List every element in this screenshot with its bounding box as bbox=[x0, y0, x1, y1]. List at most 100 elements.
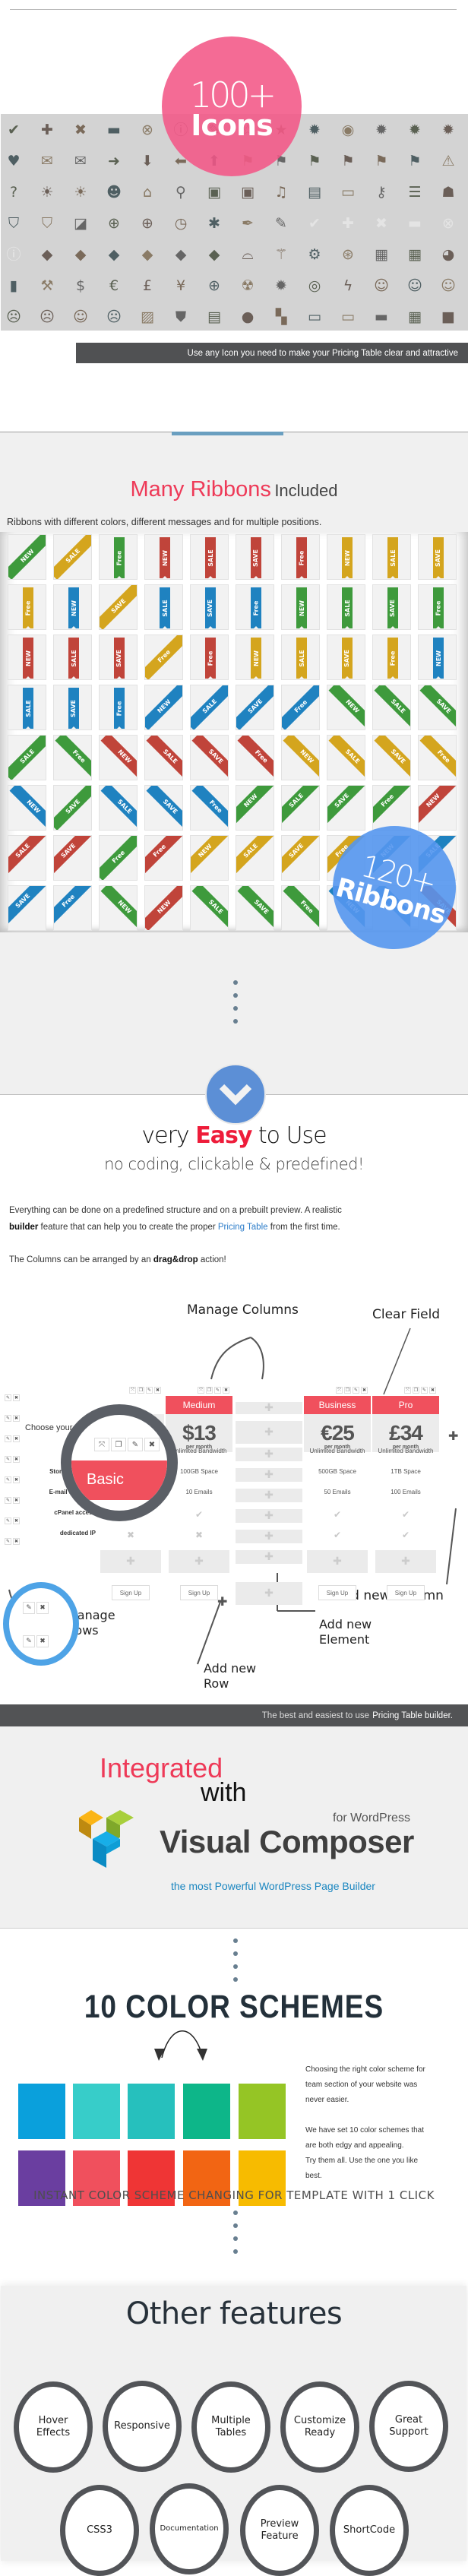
move-icon[interactable]: ⤧ bbox=[336, 1387, 343, 1394]
ribbon-label: Free bbox=[71, 748, 87, 764]
sign-up-button[interactable]: Sign Up bbox=[112, 1585, 150, 1600]
ribbon-gold: SALE bbox=[236, 836, 274, 875]
ribbon-red: NEW bbox=[419, 786, 456, 824]
add-element-box[interactable]: ✚ bbox=[236, 1402, 302, 1414]
ribbon-label: Free bbox=[151, 843, 168, 859]
sign-up-button[interactable]: Sign Up bbox=[387, 1585, 425, 1600]
add-element-box[interactable]: ✚ bbox=[236, 1448, 302, 1461]
scroll-down-button[interactable] bbox=[205, 1064, 266, 1125]
color-swatch[interactable] bbox=[128, 2084, 175, 2139]
edit-row-icon[interactable]: ✎ bbox=[5, 1435, 11, 1442]
add-element-box[interactable]: ✚ bbox=[236, 1582, 302, 1605]
ribbon-gold: Free bbox=[23, 587, 33, 629]
copy-icon[interactable]: ❐ bbox=[344, 1387, 351, 1394]
ribbon-sample: NEW bbox=[281, 735, 320, 780]
add-element-box[interactable]: ✚ bbox=[169, 1550, 229, 1573]
ribbon-label: SAVE bbox=[252, 549, 260, 567]
color-swatch[interactable] bbox=[239, 2084, 286, 2139]
ribbon-sample: Free bbox=[99, 835, 138, 881]
edit-row-icon[interactable]: ✎ bbox=[5, 1538, 11, 1545]
sign-up-button[interactable]: Sign Up bbox=[180, 1585, 218, 1600]
ribbon-label: NEW bbox=[161, 549, 169, 566]
sign-up-button[interactable]: Sign Up bbox=[318, 1585, 356, 1600]
ribbon-label: NEW bbox=[425, 792, 441, 809]
ribbon-sample: NEW bbox=[8, 534, 46, 580]
move-icon[interactable]: ⤧ bbox=[129, 1387, 136, 1394]
column-header[interactable]: Medium bbox=[166, 1396, 232, 1414]
integrated-with: with bbox=[201, 1778, 247, 1807]
ribbon-gold: SAVE bbox=[374, 736, 410, 780]
edit-row-icon[interactable]: ✎ bbox=[5, 1517, 11, 1524]
ribbon-red: SAVE bbox=[54, 836, 91, 875]
edit-row-icon[interactable]: ✎ bbox=[5, 1394, 11, 1401]
column-header[interactable]: Business bbox=[304, 1396, 371, 1414]
add-element-box[interactable]: ✚ bbox=[236, 1509, 302, 1523]
add-element-box[interactable]: ✚ bbox=[100, 1550, 161, 1573]
radiation-icon: ☢ bbox=[241, 277, 255, 294]
add-element-box[interactable]: ✚ bbox=[236, 1530, 302, 1543]
edit-icon[interactable]: ✎ bbox=[353, 1387, 359, 1394]
add-element-box[interactable]: ✚ bbox=[307, 1550, 368, 1573]
copy-icon[interactable]: ❐ bbox=[206, 1387, 213, 1394]
ribbon-sample: Free bbox=[372, 785, 411, 831]
delete-icon[interactable]: ✖ bbox=[223, 1387, 229, 1394]
edit-icon[interactable]: ✎ bbox=[146, 1387, 153, 1394]
edit-icon[interactable]: ✎ bbox=[214, 1387, 221, 1394]
delete-icon[interactable]: ✖ bbox=[429, 1387, 436, 1394]
edit-row-icon[interactable]: ✎ bbox=[5, 1456, 11, 1463]
add-element-box[interactable]: ✚ bbox=[375, 1550, 436, 1573]
color-swatch[interactable] bbox=[183, 2084, 230, 2139]
add-element-box[interactable]: ✚ bbox=[236, 1468, 302, 1482]
delete-row-icon[interactable]: ✖ bbox=[13, 1394, 20, 1401]
delete-row-icon[interactable]: ✖ bbox=[36, 1602, 49, 1614]
column-controls: ⤧ ❐ ✎ ✖ bbox=[404, 1387, 436, 1394]
edit-row-icon[interactable]: ✎ bbox=[5, 1415, 11, 1422]
pricing-table-link[interactable]: Pricing Table bbox=[218, 1223, 268, 1232]
delete-row-icon[interactable]: ✖ bbox=[13, 1497, 20, 1504]
column-header[interactable]: Pro bbox=[372, 1396, 439, 1414]
add-element-box[interactable]: ✚ bbox=[236, 1489, 302, 1502]
delete-row-icon[interactable]: ✖ bbox=[13, 1517, 20, 1524]
ribbon-label: SALE bbox=[24, 699, 32, 717]
other-features-heading: Other features bbox=[125, 2296, 343, 2331]
drag-drop-bold: drag&drop bbox=[153, 1255, 198, 1264]
color-swatch[interactable] bbox=[73, 2084, 120, 2139]
delete-icon[interactable]: ✖ bbox=[144, 1438, 160, 1451]
delete-icon[interactable]: ✖ bbox=[361, 1387, 368, 1394]
delete-row-icon[interactable]: ✖ bbox=[13, 1415, 20, 1422]
delete-row-icon[interactable]: ✖ bbox=[13, 1456, 20, 1463]
edit-icon[interactable]: ✎ bbox=[421, 1387, 428, 1394]
edit-row-icon[interactable]: ✎ bbox=[5, 1476, 11, 1483]
copy-icon[interactable]: ❐ bbox=[138, 1387, 144, 1394]
add-element-box[interactable]: ✚ bbox=[236, 1421, 302, 1444]
delete-row-icon[interactable]: ✖ bbox=[13, 1476, 20, 1483]
move-icon[interactable]: ⤧ bbox=[198, 1387, 204, 1394]
edit-row-icon[interactable]: ✎ bbox=[23, 1602, 35, 1614]
color-text-line: We have set 10 color schemes that bbox=[305, 2126, 425, 2135]
easy-heading-post: to Use bbox=[258, 1122, 327, 1149]
ribbon-sample: SALE bbox=[53, 635, 92, 680]
ribbon-label: NEW bbox=[24, 650, 32, 666]
ribbon-label: NEW bbox=[343, 549, 351, 566]
ribbon-label: Free bbox=[389, 650, 397, 666]
edit-row-icon[interactable]: ✎ bbox=[5, 1497, 11, 1504]
delete-icon[interactable]: ✖ bbox=[154, 1387, 161, 1394]
ribbon-label: SALE bbox=[389, 549, 397, 567]
delete-row-icon[interactable]: ✖ bbox=[13, 1538, 20, 1545]
ribbon-label: Free bbox=[298, 550, 305, 565]
move-icon[interactable]: ⤧ bbox=[404, 1387, 411, 1394]
edit-icon[interactable]: ✎ bbox=[128, 1438, 143, 1451]
feature-cell: ✖ bbox=[126, 1530, 135, 1540]
copy-icon[interactable]: ❐ bbox=[413, 1387, 419, 1394]
move-icon[interactable]: ⤧ bbox=[94, 1438, 109, 1451]
delete-row-icon[interactable]: ✖ bbox=[13, 1435, 20, 1442]
dot-divider bbox=[233, 1951, 238, 1956]
add-element-box[interactable]: ✚ bbox=[236, 1550, 302, 1564]
ribbon-label: NEW bbox=[299, 748, 315, 765]
edit-row-icon[interactable]: ✎ bbox=[23, 1635, 35, 1647]
ribbon-gold: SAVE bbox=[282, 836, 319, 875]
copy-icon[interactable]: ❐ bbox=[111, 1438, 126, 1451]
delete-row-icon[interactable]: ✖ bbox=[36, 1635, 49, 1647]
color-swatch[interactable] bbox=[18, 2084, 65, 2139]
ribbon-sample: NEW bbox=[190, 835, 229, 881]
